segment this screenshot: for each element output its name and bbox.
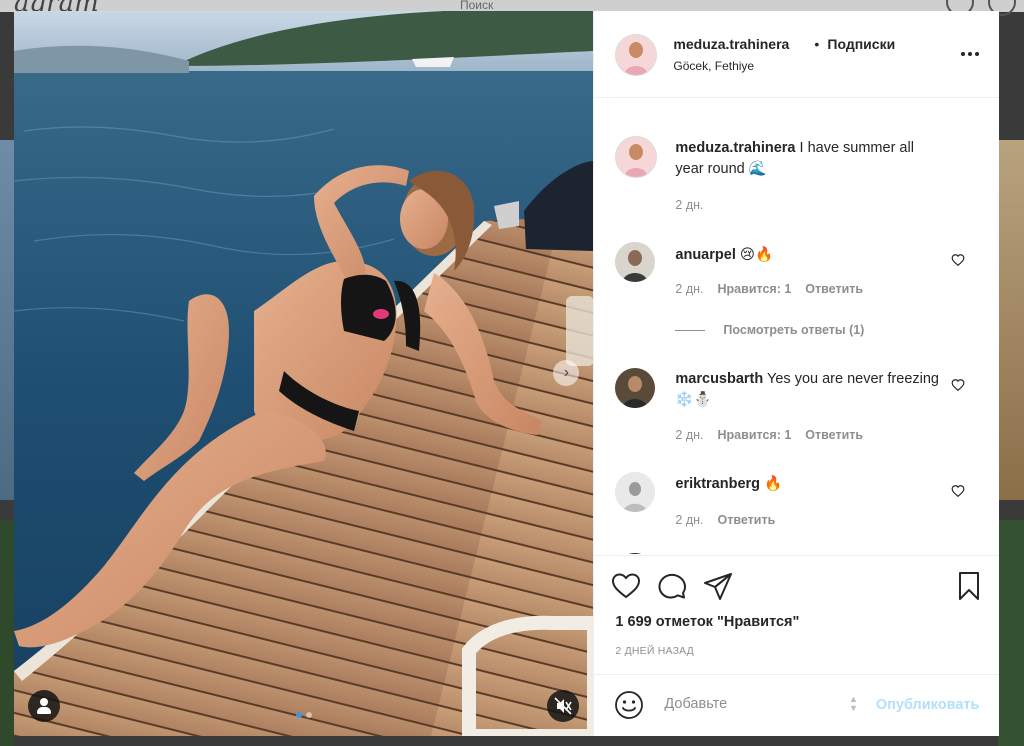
- comment-input[interactable]: [662, 695, 897, 713]
- more-options-icon[interactable]: [961, 52, 980, 56]
- reply-button[interactable]: Ответить: [805, 282, 863, 296]
- comments-list[interactable]: meduza.trahinera I have summer all year …: [594, 98, 999, 554]
- slide-indicator: [295, 712, 312, 718]
- comment-age[interactable]: 2 дн.: [675, 428, 703, 442]
- caption-avatar-image: [616, 137, 657, 177]
- comment-username[interactable]: marcusbarth: [675, 371, 763, 387]
- view-replies-label: Посмотреть ответы (1): [723, 323, 865, 337]
- comment-avatar[interactable]: [615, 368, 656, 408]
- comment-avatar-image: [615, 368, 656, 408]
- comment-body: 😢🔥: [739, 247, 774, 263]
- publish-button[interactable]: Опубликовать: [876, 697, 980, 713]
- author-avatar-image: [616, 35, 657, 75]
- post-actions: 1 699 отметок "Нравится" 2 ДНЕЙ НАЗАД: [594, 555, 1000, 666]
- background-photo-left: [0, 140, 14, 500]
- tagged-users-button[interactable]: [28, 690, 60, 722]
- slide-dot-active: [295, 712, 302, 718]
- likes-count[interactable]: 1 699 отметок "Нравится": [615, 614, 799, 630]
- comment-text: eriktranberg 🔥: [675, 474, 940, 495]
- comment-username[interactable]: eriktranberg: [675, 476, 760, 492]
- caption-username[interactable]: meduza.trahinera: [675, 140, 795, 156]
- post-date[interactable]: 2 ДНЕЙ НАЗАД: [615, 645, 694, 657]
- post-header: meduza.trahinera • Подписки Göcek, Fethi…: [594, 11, 1000, 98]
- comment-avatar[interactable]: [615, 242, 656, 282]
- comment-body: 🔥: [764, 476, 783, 492]
- background-photo-bottom-right: [998, 520, 1024, 746]
- comment-avatar-image: [615, 472, 656, 512]
- comment-avatar-image: [615, 242, 656, 282]
- mute-button[interactable]: [547, 690, 580, 722]
- comment-avatar[interactable]: [615, 472, 656, 512]
- comment-meta: 2 дн. Нравится: 1 Ответить: [675, 428, 863, 442]
- caption-text: meduza.trahinera I have summer all year …: [675, 138, 940, 180]
- comment-text: marcusbarth Yes you are never freezing ❄…: [675, 369, 940, 411]
- comment-age[interactable]: 2 дн.: [675, 513, 703, 527]
- emoji-icon[interactable]: [614, 690, 644, 720]
- author-avatar[interactable]: [615, 34, 658, 76]
- post-modal: › meduza.trahinera • Подписки Göcek, Fet…: [14, 11, 1000, 737]
- add-comment-bar: ▲▼ Опубликовать: [594, 674, 1000, 737]
- reply-button[interactable]: Ответить: [718, 513, 776, 527]
- like-comment-icon[interactable]: [951, 253, 965, 267]
- caption-age[interactable]: 2 дн.: [675, 198, 703, 212]
- author-username[interactable]: meduza.trahinera: [673, 36, 789, 52]
- comment-icon[interactable]: [656, 570, 688, 602]
- caption-meta: 2 дн.: [675, 198, 703, 212]
- post-photo: [14, 11, 594, 736]
- save-bookmark-icon[interactable]: [953, 570, 985, 602]
- slide-dot: [305, 712, 312, 718]
- background-photo-right: [998, 140, 1024, 500]
- like-icon[interactable]: [610, 570, 642, 602]
- comment-meta: 2 дн. Нравится: 1 Ответить: [675, 282, 863, 296]
- following-button[interactable]: Подписки: [827, 36, 895, 52]
- comment-likes[interactable]: Нравится: 1: [718, 282, 792, 296]
- comment-likes[interactable]: Нравится: 1: [718, 428, 792, 442]
- input-spinner-icon[interactable]: ▲ ▼: [846, 695, 860, 715]
- speaker-muted-icon: [554, 697, 573, 715]
- like-comment-icon[interactable]: [951, 378, 965, 392]
- view-replies-button[interactable]: Посмотреть ответы (1): [675, 323, 864, 337]
- comment-username[interactable]: anuarpel: [675, 247, 735, 263]
- header-separator: •: [814, 36, 820, 52]
- comment-text: anuarpel 😢🔥: [675, 245, 940, 266]
- caption-avatar[interactable]: [615, 136, 658, 178]
- post-media[interactable]: ›: [14, 11, 594, 736]
- background-photo-bottom-left: [0, 520, 14, 746]
- share-icon[interactable]: [702, 570, 734, 602]
- comment-age[interactable]: 2 дн.: [675, 282, 703, 296]
- like-comment-icon[interactable]: [951, 484, 965, 498]
- reply-button[interactable]: Ответить: [805, 428, 863, 442]
- post-location[interactable]: Göcek, Fethiye: [673, 59, 754, 73]
- post-side-panel: meduza.trahinera • Подписки Göcek, Fethi…: [593, 11, 1000, 737]
- comment-avatar[interactable]: [615, 553, 656, 554]
- comment-meta: 2 дн. Ответить: [675, 513, 775, 527]
- view-replies-line: [675, 329, 706, 331]
